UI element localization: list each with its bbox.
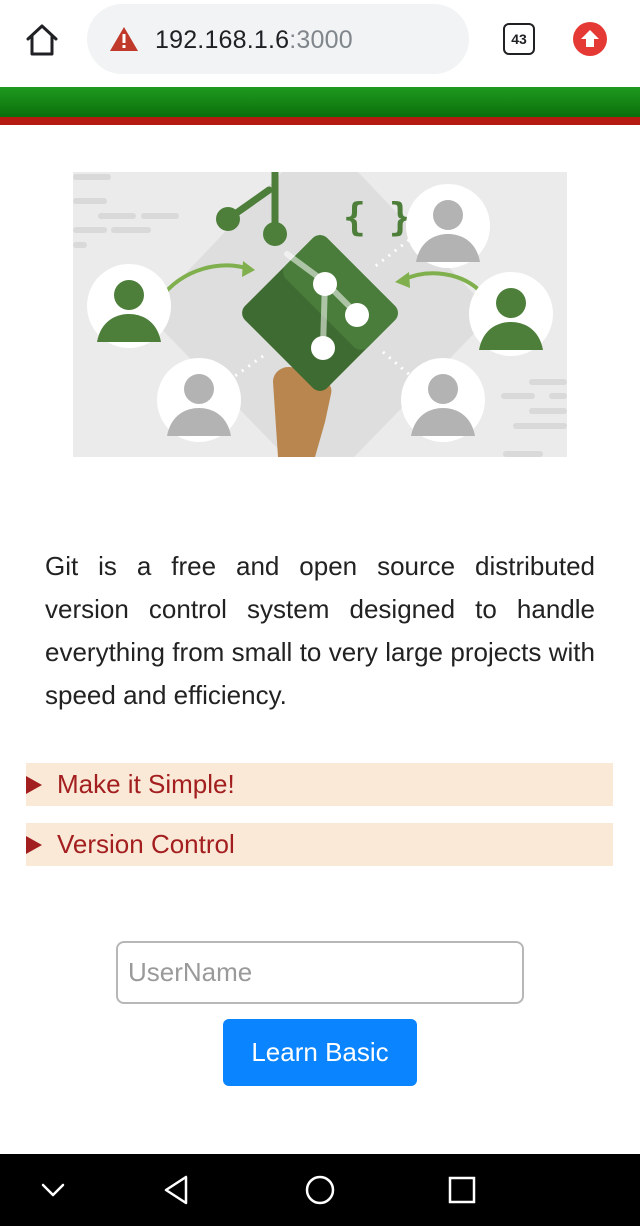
- address-bar[interactable]: 192.168.1.6:3000: [87, 4, 469, 74]
- nav-home-button[interactable]: [290, 1154, 350, 1226]
- url-port: :3000: [289, 26, 353, 54]
- url-host: 192.168.1.6: [155, 26, 290, 54]
- android-nav-bar: [0, 1154, 640, 1226]
- home-icon: [26, 24, 58, 56]
- home-circle-icon: [305, 1175, 335, 1205]
- summary-label: Version Control: [57, 829, 235, 859]
- nav-back-button[interactable]: [147, 1154, 207, 1226]
- summary-label: Make it Simple!: [57, 769, 235, 799]
- git-illustration: { }: [73, 172, 567, 457]
- disclosure-triangle-icon: [26, 835, 42, 854]
- username-input[interactable]: [116, 941, 524, 1004]
- back-icon: [164, 1175, 188, 1205]
- warning-icon: [110, 27, 138, 51]
- details-make-it-simple[interactable]: Make it Simple!: [26, 763, 613, 806]
- details-version-control[interactable]: Version Control: [26, 823, 613, 866]
- recents-icon: [448, 1176, 476, 1204]
- tab-switcher-button[interactable]: 43: [503, 23, 535, 55]
- disclosure-triangle-icon: [26, 775, 42, 794]
- branch-node-icon: [216, 207, 240, 231]
- git-collaboration-illustration: { }: [73, 172, 567, 457]
- nav-recents-button[interactable]: [432, 1154, 492, 1226]
- update-icon: [581, 30, 599, 47]
- header-stripe-red: [0, 117, 640, 125]
- avatar-icon: [87, 264, 171, 348]
- nav-collapse-button[interactable]: [23, 1154, 83, 1226]
- browser-toolbar: 192.168.1.6:3000 43: [0, 0, 640, 86]
- update-button[interactable]: [573, 22, 607, 56]
- header-stripe-green: [0, 87, 640, 117]
- home-button[interactable]: [22, 20, 62, 60]
- braces-text: { }: [343, 195, 412, 239]
- tab-count: 43: [511, 31, 527, 47]
- learn-basic-button[interactable]: Learn Basic: [223, 1019, 417, 1086]
- url-text: 192.168.1.6:3000: [155, 26, 353, 55]
- git-description: Git is a free and open source distribute…: [45, 551, 595, 710]
- chevron-down-icon: [41, 1183, 65, 1197]
